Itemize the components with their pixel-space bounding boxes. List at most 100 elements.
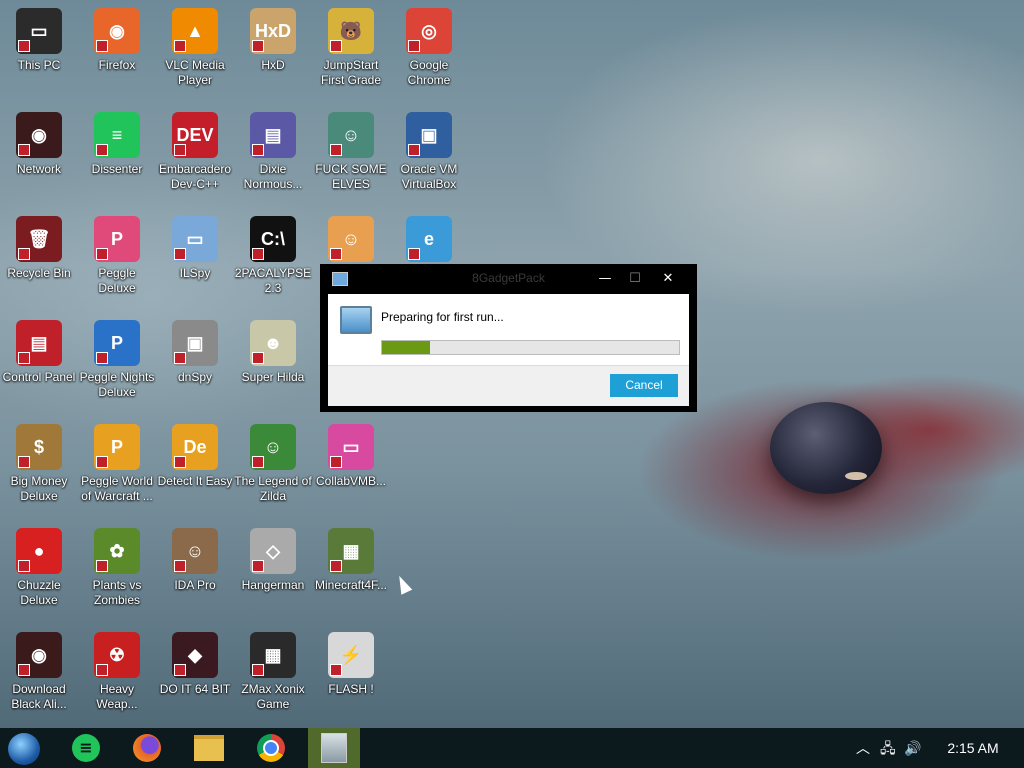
dialog-titlebar[interactable]: 8GadgetPack — ☐ ✕ <box>320 264 697 294</box>
desktop-icon[interactable]: HxD HxD <box>234 4 312 73</box>
folder-icon <box>194 735 224 761</box>
desktop-icon[interactable]: ⚡ FLASH ! <box>312 628 390 697</box>
desktop-icon[interactable]: ✿ Plants vs Zombies <box>78 524 156 608</box>
desktop-icon[interactable]: DEV Embarcadero Dev-C++ <box>156 108 234 192</box>
desktop-icon-label: Peggle Nights Deluxe <box>79 370 155 399</box>
desktop-icon[interactable]: ☺ FUCK SOME ELVES <box>312 108 390 192</box>
desktop-icon[interactable]: ▦ Minecraft4F... <box>312 524 390 593</box>
desktop-icon-label: Control Panel <box>2 370 76 384</box>
maximize-button[interactable]: ☐ <box>620 268 650 290</box>
hxd-icon: HxD <box>250 8 296 54</box>
desktop-icon-label: Peggle World of Warcraft ... <box>81 474 153 503</box>
shortcut-badge <box>252 456 264 468</box>
dissenter-icon: ≡ <box>94 112 140 158</box>
edge-icon: e <box>406 216 452 262</box>
desktop-icon-label: DO IT 64 BIT <box>159 682 231 696</box>
cancel-button[interactable]: Cancel <box>610 374 678 397</box>
desktop-icon[interactable]: ▤ Control Panel <box>0 316 78 385</box>
desktop-icon-label: Peggle Deluxe <box>98 266 136 295</box>
desktop-icon-label: Big Money Deluxe <box>10 474 68 503</box>
taskbar-firefox[interactable] <box>121 728 173 768</box>
desktop-icon[interactable]: P Peggle World of Warcraft ... <box>78 420 156 504</box>
clock[interactable]: 2:15 AM <box>936 728 1010 768</box>
desktop-icon-label: The Legend of Zilda <box>234 474 312 503</box>
desktop-icon[interactable]: ▤ Dixie Normous... <box>234 108 312 192</box>
network-icon[interactable]: 🖧 <box>880 728 896 768</box>
shortcut-badge <box>174 456 186 468</box>
shortcut-badge <box>96 40 108 52</box>
desktop-icon[interactable]: ▦ ZMax Xonix Game <box>234 628 312 712</box>
shortcut-badge <box>330 144 342 156</box>
taskbar-dissenter[interactable]: ≡ <box>60 728 112 768</box>
desktop-icon-label: Firefox <box>98 58 136 72</box>
desktop-icon[interactable]: ▭ This PC <box>0 4 78 73</box>
desktop-icon[interactable]: ◎ Google Chrome <box>390 4 468 88</box>
desktop-icon[interactable]: ≡ Dissenter <box>78 108 156 177</box>
desktop-icon-label: IDA Pro <box>174 578 216 592</box>
desktop-icon[interactable]: P Peggle Nights Deluxe <box>78 316 156 400</box>
desktop-icon[interactable]: ◉ Download Black Ali... <box>0 628 78 712</box>
desktop-icon[interactable]: ▣ Oracle VM VirtualBox <box>390 108 468 192</box>
shortcut-badge <box>330 248 342 260</box>
desktop-icon[interactable]: ◉ Firefox <box>78 4 156 73</box>
chuzzle-icon: ● <box>16 528 62 574</box>
desktop-icon[interactable]: ☢ Heavy Weap... <box>78 628 156 712</box>
desktop-icon-label: CollabVMB... <box>315 474 387 488</box>
virtualbox-icon: ▣ <box>406 112 452 158</box>
desktop-icon[interactable]: 🐻 JumpStart First Grade <box>312 4 390 88</box>
desktop-icon-label: Dissenter <box>91 162 143 176</box>
desktop-icon[interactable]: ☻ Super Hilda <box>234 316 312 385</box>
progress-fill <box>382 341 430 354</box>
desktop-icon[interactable]: ☺ The Legend of Zilda <box>234 420 312 504</box>
close-button[interactable]: ✕ <box>653 268 683 290</box>
shortcut-badge <box>330 664 342 676</box>
shortcut-badge <box>252 144 264 156</box>
peggle-wow-icon: P <box>94 424 140 470</box>
volume-icon[interactable]: 🔊 <box>904 728 921 768</box>
taskbar-chrome[interactable] <box>245 728 297 768</box>
show-hidden-icons-chevron[interactable]: ︿ <box>856 728 870 768</box>
download-icon: ◉ <box>16 632 62 678</box>
elves-icon: ☺ <box>328 112 374 158</box>
desktop-icon[interactable]: ▭ ILSpy <box>156 212 234 281</box>
desktop-icon[interactable]: e <box>390 212 468 266</box>
desktop-icon[interactable]: ● Chuzzle Deluxe <box>0 524 78 608</box>
desktop-icon[interactable]: P Peggle Deluxe <box>78 212 156 296</box>
wallpaper-droplet <box>770 402 882 494</box>
shortcut-badge <box>408 40 420 52</box>
desktop-icon[interactable]: De Detect It Easy <box>156 420 234 489</box>
shortcut-badge <box>96 560 108 572</box>
progress-bar <box>381 340 680 355</box>
desktop-icon[interactable]: ▣ dnSpy <box>156 316 234 385</box>
minimize-button[interactable]: — <box>590 268 620 290</box>
shortcut-badge <box>18 144 30 156</box>
desktop-icon[interactable]: 🗑 Recycle Bin <box>0 212 78 281</box>
dissenter-icon: ≡ <box>72 734 100 762</box>
taskbar-file-explorer[interactable] <box>183 728 235 768</box>
desktop-icon[interactable]: ◉ Network <box>0 108 78 177</box>
shortcut-badge <box>174 352 186 364</box>
desktop-icon[interactable]: ▭ CollabVMB... <box>312 420 390 489</box>
devcpp-icon: DEV <box>172 112 218 158</box>
desktop-icon-label: Oracle VM VirtualBox <box>400 162 458 191</box>
desktop-icon[interactable]: ▲ VLC Media Player <box>156 4 234 88</box>
gadgetpack-icon <box>321 733 347 763</box>
windows-start-icon[interactable] <box>8 733 40 765</box>
taskbar-8gadgetpack[interactable] <box>308 728 360 768</box>
shortcut-badge <box>174 40 186 52</box>
desktop-icon[interactable]: $ Big Money Deluxe <box>0 420 78 504</box>
shortcut-badge <box>18 664 30 676</box>
desktop-icon-label: dnSpy <box>177 370 213 384</box>
shortcut-badge <box>252 40 264 52</box>
desktop-icon[interactable]: ◇ Hangerman <box>234 524 312 593</box>
desktop-icon-label: ZMax Xonix Game <box>241 682 305 711</box>
desktop-icon[interactable]: C:\ 2PACALYPSE 2.3 <box>234 212 312 296</box>
shortcut-badge <box>96 144 108 156</box>
peggle-nights-icon: P <box>94 320 140 366</box>
desktop-icon[interactable]: ◆ DO IT 64 BIT <box>156 628 234 697</box>
desktop-icon-label: Heavy Weap... <box>96 682 138 711</box>
zilda-icon: ☺ <box>250 424 296 470</box>
desktop-icon[interactable]: ☺ IDA Pro <box>156 524 234 593</box>
shortcut-badge <box>330 560 342 572</box>
shortcut-badge <box>252 352 264 364</box>
